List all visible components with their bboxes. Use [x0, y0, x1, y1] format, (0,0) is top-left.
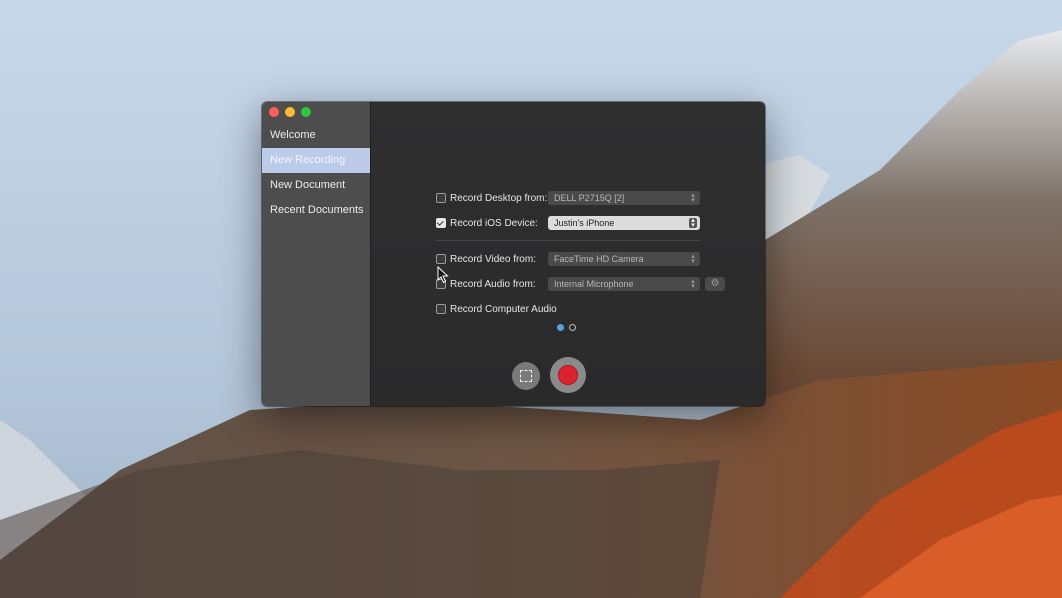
- sidebar-item-new-recording[interactable]: New Recording: [262, 148, 370, 173]
- minimize-dot-icon[interactable]: [285, 107, 295, 117]
- sidebar-item-recent-documents[interactable]: Recent Documents: [262, 198, 370, 223]
- video-row: Record Video from:: [436, 250, 536, 268]
- close-dot-icon[interactable]: [269, 107, 279, 117]
- ios-label: Record iOS Device:: [450, 217, 538, 229]
- select-area-button[interactable]: [512, 362, 540, 390]
- video-source-select[interactable]: FaceTime HD Camera ▴ ▾: [548, 252, 700, 266]
- recording-panel: Record Desktop from: DELL P2715Q [2] ▴ ▾ …: [371, 102, 765, 406]
- chevron-up-down-icon: ▴ ▾: [691, 253, 695, 265]
- ios-device-value: Justin's iPhone: [554, 218, 615, 228]
- video-checkbox[interactable]: [436, 254, 446, 264]
- ios-checkbox[interactable]: [436, 218, 446, 228]
- selection-rectangle-icon: [520, 370, 532, 382]
- desktop-source-select[interactable]: DELL P2715Q [2] ▴ ▾: [548, 191, 700, 205]
- audio-source-value: Internal Microphone: [554, 279, 634, 289]
- audio-source-select[interactable]: Internal Microphone ▴ ▾: [548, 277, 700, 291]
- audio-row: Record Audio from:: [436, 275, 536, 293]
- ios-row: Record iOS Device:: [436, 214, 538, 232]
- section-divider: [436, 240, 700, 241]
- sidebar-nav: Welcome New Recording New Document Recen…: [262, 123, 370, 223]
- app-window: Welcome New Recording New Document Recen…: [262, 102, 765, 406]
- page-dot-1[interactable]: [557, 324, 564, 331]
- record-icon: [558, 365, 578, 385]
- chevron-up-down-icon: ▴ ▾: [691, 278, 695, 290]
- desktop-row: Record Desktop from:: [436, 189, 547, 207]
- video-label: Record Video from:: [450, 253, 536, 265]
- window-controls: [269, 107, 311, 117]
- computer-audio-label: Record Computer Audio: [450, 303, 557, 315]
- sidebar-item-new-document[interactable]: New Document: [262, 173, 370, 198]
- audio-label: Record Audio from:: [450, 278, 536, 290]
- gear-icon: ⚙: [710, 278, 720, 289]
- desktop-label: Record Desktop from:: [450, 192, 548, 204]
- desktop-source-value: DELL P2715Q [2]: [554, 193, 625, 203]
- mouse-pointer-icon: [437, 266, 449, 284]
- ios-device-select[interactable]: Justin's iPhone ▴ ▾: [548, 216, 700, 230]
- maximize-dot-icon[interactable]: [301, 107, 311, 117]
- sidebar: Welcome New Recording New Document Recen…: [262, 102, 371, 406]
- sidebar-item-welcome[interactable]: Welcome: [262, 123, 370, 148]
- chevron-up-down-icon: ▴ ▾: [691, 192, 695, 204]
- video-source-value: FaceTime HD Camera: [554, 254, 644, 264]
- chevron-up-down-icon: ▴ ▾: [689, 217, 697, 229]
- computer-audio-row: Record Computer Audio: [436, 300, 557, 318]
- audio-settings-button[interactable]: ⚙: [705, 277, 725, 291]
- computer-audio-checkbox[interactable]: [436, 304, 446, 314]
- desktop-checkbox[interactable]: [436, 193, 446, 203]
- record-button[interactable]: [550, 357, 586, 393]
- page-dot-2[interactable]: [569, 324, 576, 331]
- page-indicator: [557, 324, 576, 331]
